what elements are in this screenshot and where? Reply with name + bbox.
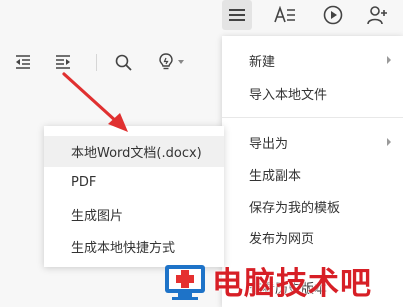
menu-button[interactable] <box>222 0 252 30</box>
outdent-button[interactable] <box>12 44 34 80</box>
text-format-button[interactable] <box>270 0 300 30</box>
menu-item-save-as-template[interactable]: 保存为我的模板 <box>222 191 403 221</box>
outdent-icon <box>16 55 30 69</box>
hamburger-menu-icon <box>229 9 245 21</box>
chevron-down-icon <box>178 60 184 64</box>
menu-item-label: 导入本地文件 <box>249 87 328 103</box>
menu-item-export-as[interactable]: 导出为 <box>222 127 403 157</box>
search-icon <box>115 54 132 71</box>
menu-item-import-local-file[interactable]: 导入本地文件 <box>222 78 403 108</box>
add-collaborator-button[interactable] <box>363 0 393 30</box>
play-circle-icon <box>323 5 343 25</box>
idea-button[interactable] <box>154 44 188 80</box>
export-local-word[interactable]: 本地Word文档(.docx) <box>44 136 224 167</box>
export-image[interactable]: 生成图片 <box>44 199 224 230</box>
menu-item-label: 生成副本 <box>249 168 302 184</box>
play-button[interactable] <box>318 0 348 30</box>
search-button[interactable] <box>111 44 135 80</box>
submenu-item-label: 生成本地快捷方式 <box>71 241 176 256</box>
menu-item-label: 发布为网页 <box>249 231 315 247</box>
lightbulb-icon <box>159 53 173 70</box>
text-format-icon <box>274 6 295 23</box>
toolbar-divider <box>96 54 97 71</box>
add-user-icon <box>367 6 387 25</box>
menu-item-make-copy[interactable]: 生成副本 <box>222 159 403 189</box>
editor-toolbar <box>0 44 225 80</box>
watermark-logo-icon <box>165 265 205 300</box>
export-pdf[interactable]: PDF <box>44 167 224 198</box>
watermark-text: 电脑技术吧 <box>212 266 372 302</box>
menu-divider <box>222 117 403 118</box>
chevron-right-icon <box>387 56 391 64</box>
submenu-item-label: 生成图片 <box>71 209 124 224</box>
chevron-right-icon <box>387 138 391 146</box>
indent-icon <box>56 55 70 69</box>
menu-item-publish-web[interactable]: 发布为网页 <box>222 222 403 252</box>
menu-item-new[interactable]: 新建 <box>222 45 403 75</box>
menu-item-label: 新建 <box>249 54 276 70</box>
export-submenu: 本地Word文档(.docx) PDF 生成图片 生成本地快捷方式 <box>44 126 224 267</box>
menu-item-label: 保存为我的模板 <box>249 200 341 216</box>
watermark: 电脑技术吧 <box>162 256 403 307</box>
indent-button[interactable] <box>52 44 74 80</box>
menu-item-label: 导出为 <box>249 136 289 152</box>
top-toolbar <box>0 0 403 32</box>
submenu-item-label: PDF <box>71 175 97 190</box>
submenu-item-label: 本地Word文档(.docx) <box>71 146 202 161</box>
